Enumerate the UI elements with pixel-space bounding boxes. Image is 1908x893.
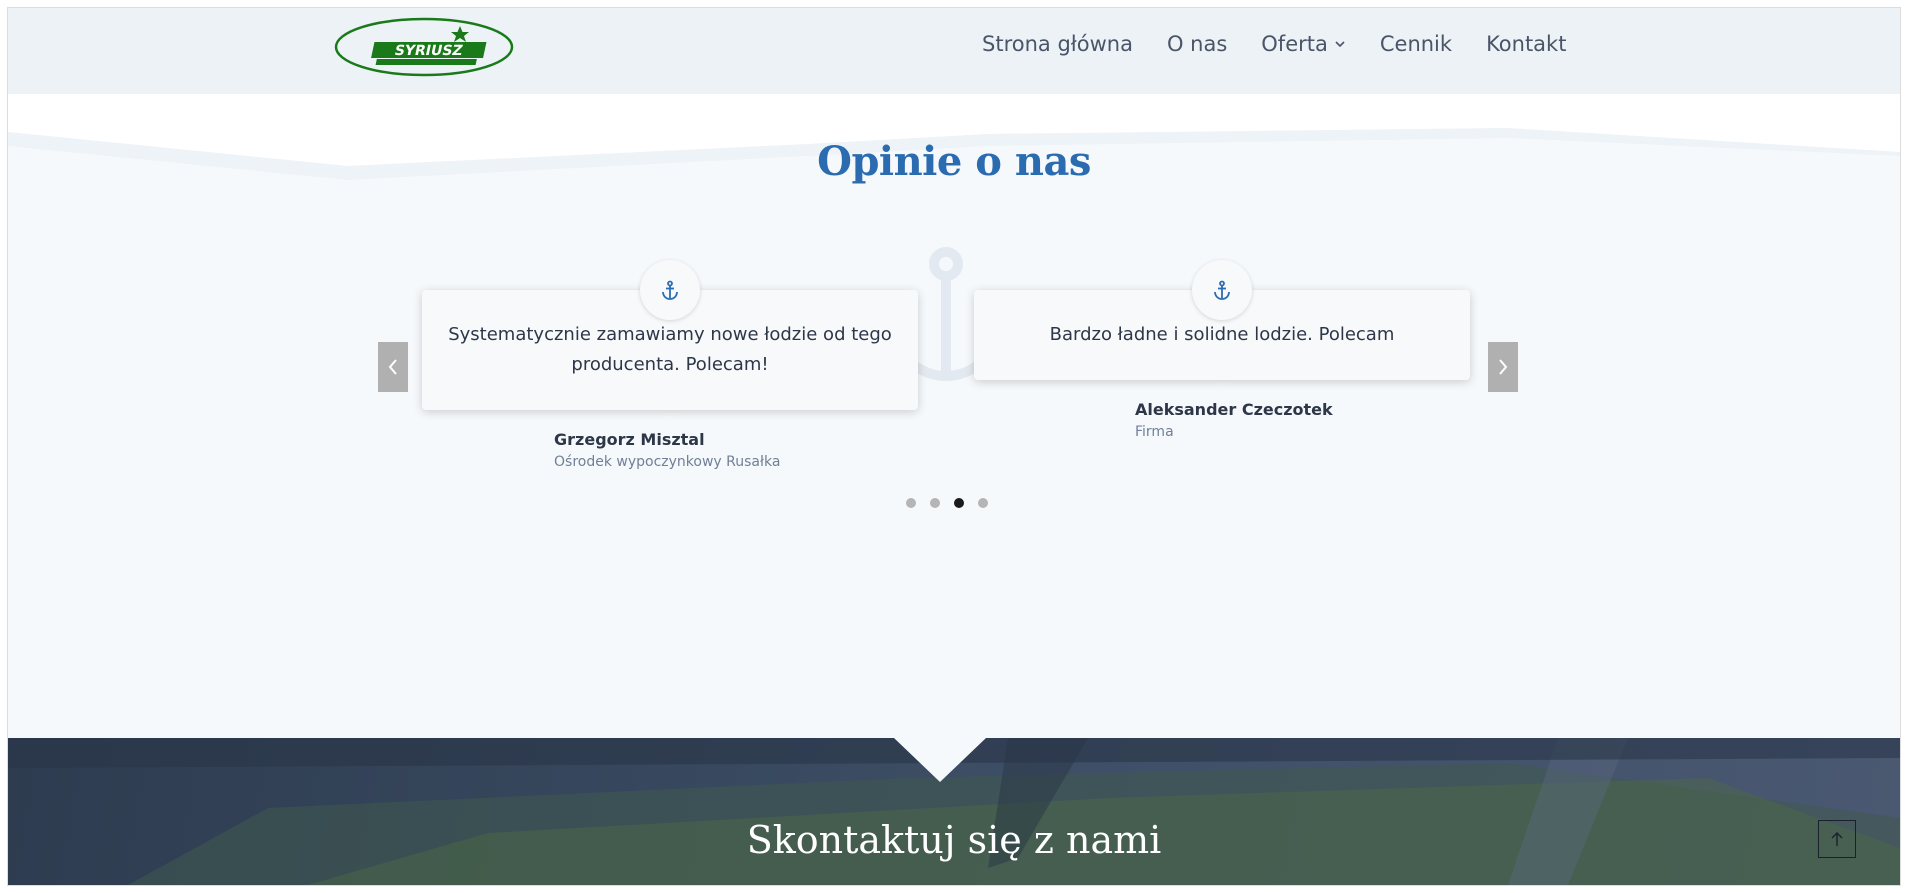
carousel-next-button[interactable] xyxy=(1488,342,1518,392)
carousel-dot[interactable] xyxy=(906,498,916,508)
nav-pricing[interactable]: Cennik xyxy=(1380,32,1452,56)
testimonial-badge xyxy=(1192,260,1252,320)
testimonial-author-org: Firma xyxy=(1135,424,1174,440)
testimonials-title: Opinie o nas xyxy=(817,138,1091,185)
testimonial-badge xyxy=(640,260,700,320)
carousel-dot[interactable] xyxy=(930,498,940,508)
carousel-dot[interactable] xyxy=(978,498,988,508)
section-notch xyxy=(894,738,986,782)
site-header: SYRIUSZ Strona główna O nas Oferta Cenni… xyxy=(8,8,1900,94)
scroll-to-top-button[interactable] xyxy=(1818,820,1856,858)
anchor-icon xyxy=(1214,280,1230,300)
arrow-up-icon xyxy=(1831,832,1843,846)
anchor-icon xyxy=(662,280,678,300)
nav-offer[interactable]: Oferta xyxy=(1261,32,1346,56)
chevron-down-icon xyxy=(1335,41,1345,48)
carousel-dot-active[interactable] xyxy=(954,498,964,508)
nav-contact-label: Kontakt xyxy=(1486,32,1567,56)
chevron-right-icon xyxy=(1499,359,1508,375)
nav-offer-label: Oferta xyxy=(1261,32,1328,56)
main-nav: Strona główna O nas Oferta Cennik Kontak… xyxy=(982,32,1566,56)
svg-text:SYRIUSZ: SYRIUSZ xyxy=(393,43,464,59)
nav-home-label: Strona główna xyxy=(982,32,1133,56)
testimonial-author-name: Aleksander Czeczotek xyxy=(1135,400,1333,419)
carousel-pagination xyxy=(906,498,988,508)
testimonial-author-name: Grzegorz Misztal xyxy=(554,430,705,449)
nav-pricing-label: Cennik xyxy=(1379,32,1453,56)
chevron-left-icon xyxy=(388,359,397,375)
page-frame: SYRIUSZ Strona główna O nas Oferta Cenni… xyxy=(8,8,1900,885)
carousel-prev-button[interactable] xyxy=(378,342,408,392)
testimonials-section xyxy=(8,94,1900,746)
nav-about-label: O nas xyxy=(1166,32,1228,56)
testimonial-text: Systematycznie zamawiamy nowe łodzie od … xyxy=(448,324,892,375)
contact-title: Skontaktuj się z nami xyxy=(746,818,1162,862)
nav-home[interactable]: Strona główna xyxy=(982,32,1133,56)
testimonial-author-org: Ośrodek wypoczynkowy Rusałka xyxy=(554,454,781,470)
testimonial-text: Bardzo ładne i solidne lodzie. Polecam xyxy=(1049,324,1395,345)
nav-about[interactable]: O nas xyxy=(1167,32,1227,56)
nav-contact[interactable]: Kontakt xyxy=(1486,32,1566,56)
company-logo[interactable]: SYRIUSZ xyxy=(334,16,514,78)
